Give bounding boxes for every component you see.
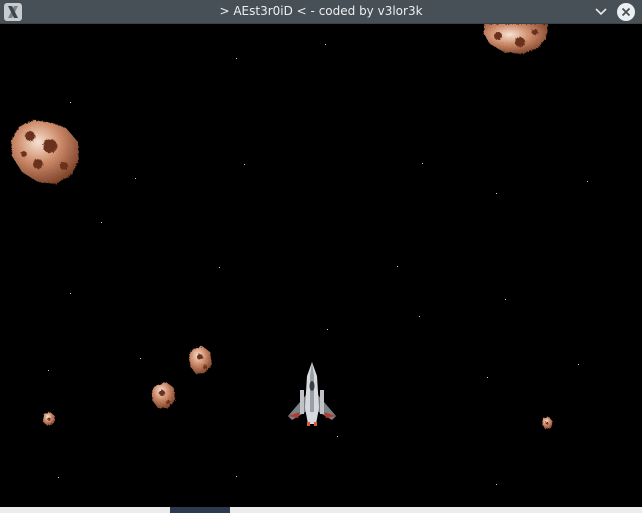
star-icon: [505, 299, 506, 300]
asteroid-icon: [152, 382, 175, 408]
star-icon: [219, 267, 220, 268]
asteroid-field: [11, 24, 553, 429]
asteroid-icon: [11, 120, 79, 184]
star-icon: [496, 484, 497, 485]
star-icon: [578, 364, 579, 365]
taskbar-thumbnail[interactable]: [170, 507, 230, 513]
star-icon: [48, 370, 49, 371]
star-icon: [244, 164, 245, 165]
star-icon: [70, 102, 71, 103]
star-icon: [236, 58, 237, 59]
star-icon: [487, 377, 488, 378]
star-icon: [422, 163, 423, 164]
asteroid-icon: [189, 346, 212, 374]
taskbar-strip: [0, 507, 642, 513]
asteroid-icon: [542, 417, 553, 429]
star-icon: [419, 316, 420, 317]
close-icon[interactable]: [617, 3, 635, 21]
star-icon: [101, 222, 102, 223]
chevron-down-icon[interactable]: [593, 4, 609, 20]
asteroid-icon: [43, 412, 55, 426]
star-icon: [140, 358, 141, 359]
star-icon: [58, 477, 59, 478]
star-icon: [135, 178, 136, 179]
star-icon: [587, 181, 588, 182]
starfield: [48, 44, 588, 485]
spaceship-icon: [288, 362, 336, 426]
window-title: > AEst3r0iD < - coded by v3lor3k: [219, 4, 423, 18]
game-window: > AEst3r0iD < - coded by v3lor3k: [0, 0, 642, 513]
star-icon: [236, 476, 237, 477]
star-icon: [496, 193, 497, 194]
asteroid-icon: [484, 24, 548, 54]
star-icon: [337, 436, 338, 437]
star-icon: [70, 293, 71, 294]
window-titlebar[interactable]: > AEst3r0iD < - coded by v3lor3k: [0, 0, 642, 24]
star-icon: [397, 266, 398, 267]
game-canvas[interactable]: [0, 24, 642, 507]
star-icon: [325, 44, 326, 45]
star-icon: [327, 329, 328, 330]
